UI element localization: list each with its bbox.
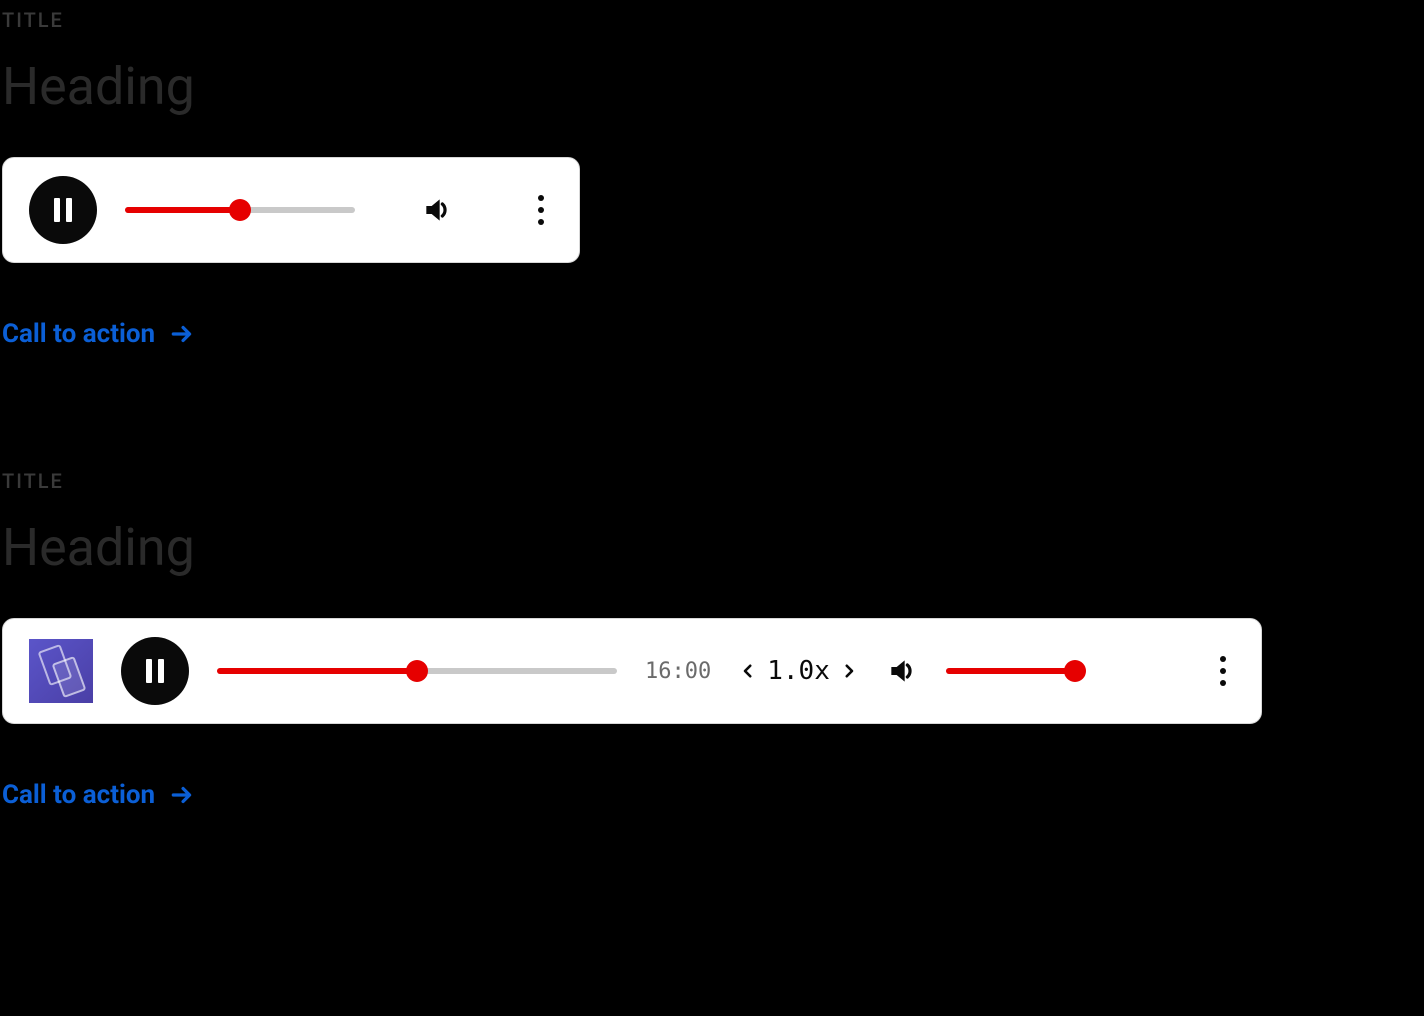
dot-icon	[1220, 668, 1226, 674]
heading: Heading	[2, 517, 1424, 578]
more-menu-button[interactable]	[1211, 656, 1235, 686]
volume-icon[interactable]	[886, 655, 918, 687]
dot-icon	[538, 195, 544, 201]
audio-player-full: 16:00 1.0x	[2, 618, 1262, 724]
pause-icon	[54, 198, 72, 222]
cta-label: Call to action	[2, 780, 155, 810]
pause-icon	[146, 659, 164, 683]
dot-icon	[538, 219, 544, 225]
speed-value: 1.0x	[767, 656, 830, 686]
overline: TITLE	[2, 8, 1424, 32]
cta-link[interactable]: Call to action	[2, 780, 1424, 810]
cta-label: Call to action	[2, 319, 155, 349]
pause-button[interactable]	[121, 637, 189, 705]
arrow-right-icon	[169, 782, 195, 808]
volume-icon[interactable]	[421, 194, 453, 226]
heading: Heading	[2, 56, 1424, 117]
track-thumbnail	[29, 639, 93, 703]
dot-icon	[538, 207, 544, 213]
more-menu-button[interactable]	[529, 195, 553, 225]
elapsed-time: 16:00	[645, 659, 711, 684]
overline: TITLE	[2, 469, 1424, 493]
pause-button[interactable]	[29, 176, 97, 244]
dot-icon	[1220, 656, 1226, 662]
chevron-left-icon[interactable]	[739, 662, 757, 680]
chevron-right-icon[interactable]	[840, 662, 858, 680]
audio-player-compact	[2, 157, 580, 263]
dot-icon	[1220, 680, 1226, 686]
arrow-right-icon	[169, 321, 195, 347]
playback-speed: 1.0x	[739, 656, 858, 686]
section-small-player: TITLE Heading Call to action	[2, 8, 1424, 349]
progress-scrubber[interactable]	[125, 200, 355, 220]
volume-slider[interactable]	[946, 661, 1086, 681]
cta-link[interactable]: Call to action	[2, 319, 1424, 349]
section-large-player: TITLE Heading 16:00 1.0x	[2, 469, 1424, 810]
progress-scrubber[interactable]	[217, 661, 617, 681]
